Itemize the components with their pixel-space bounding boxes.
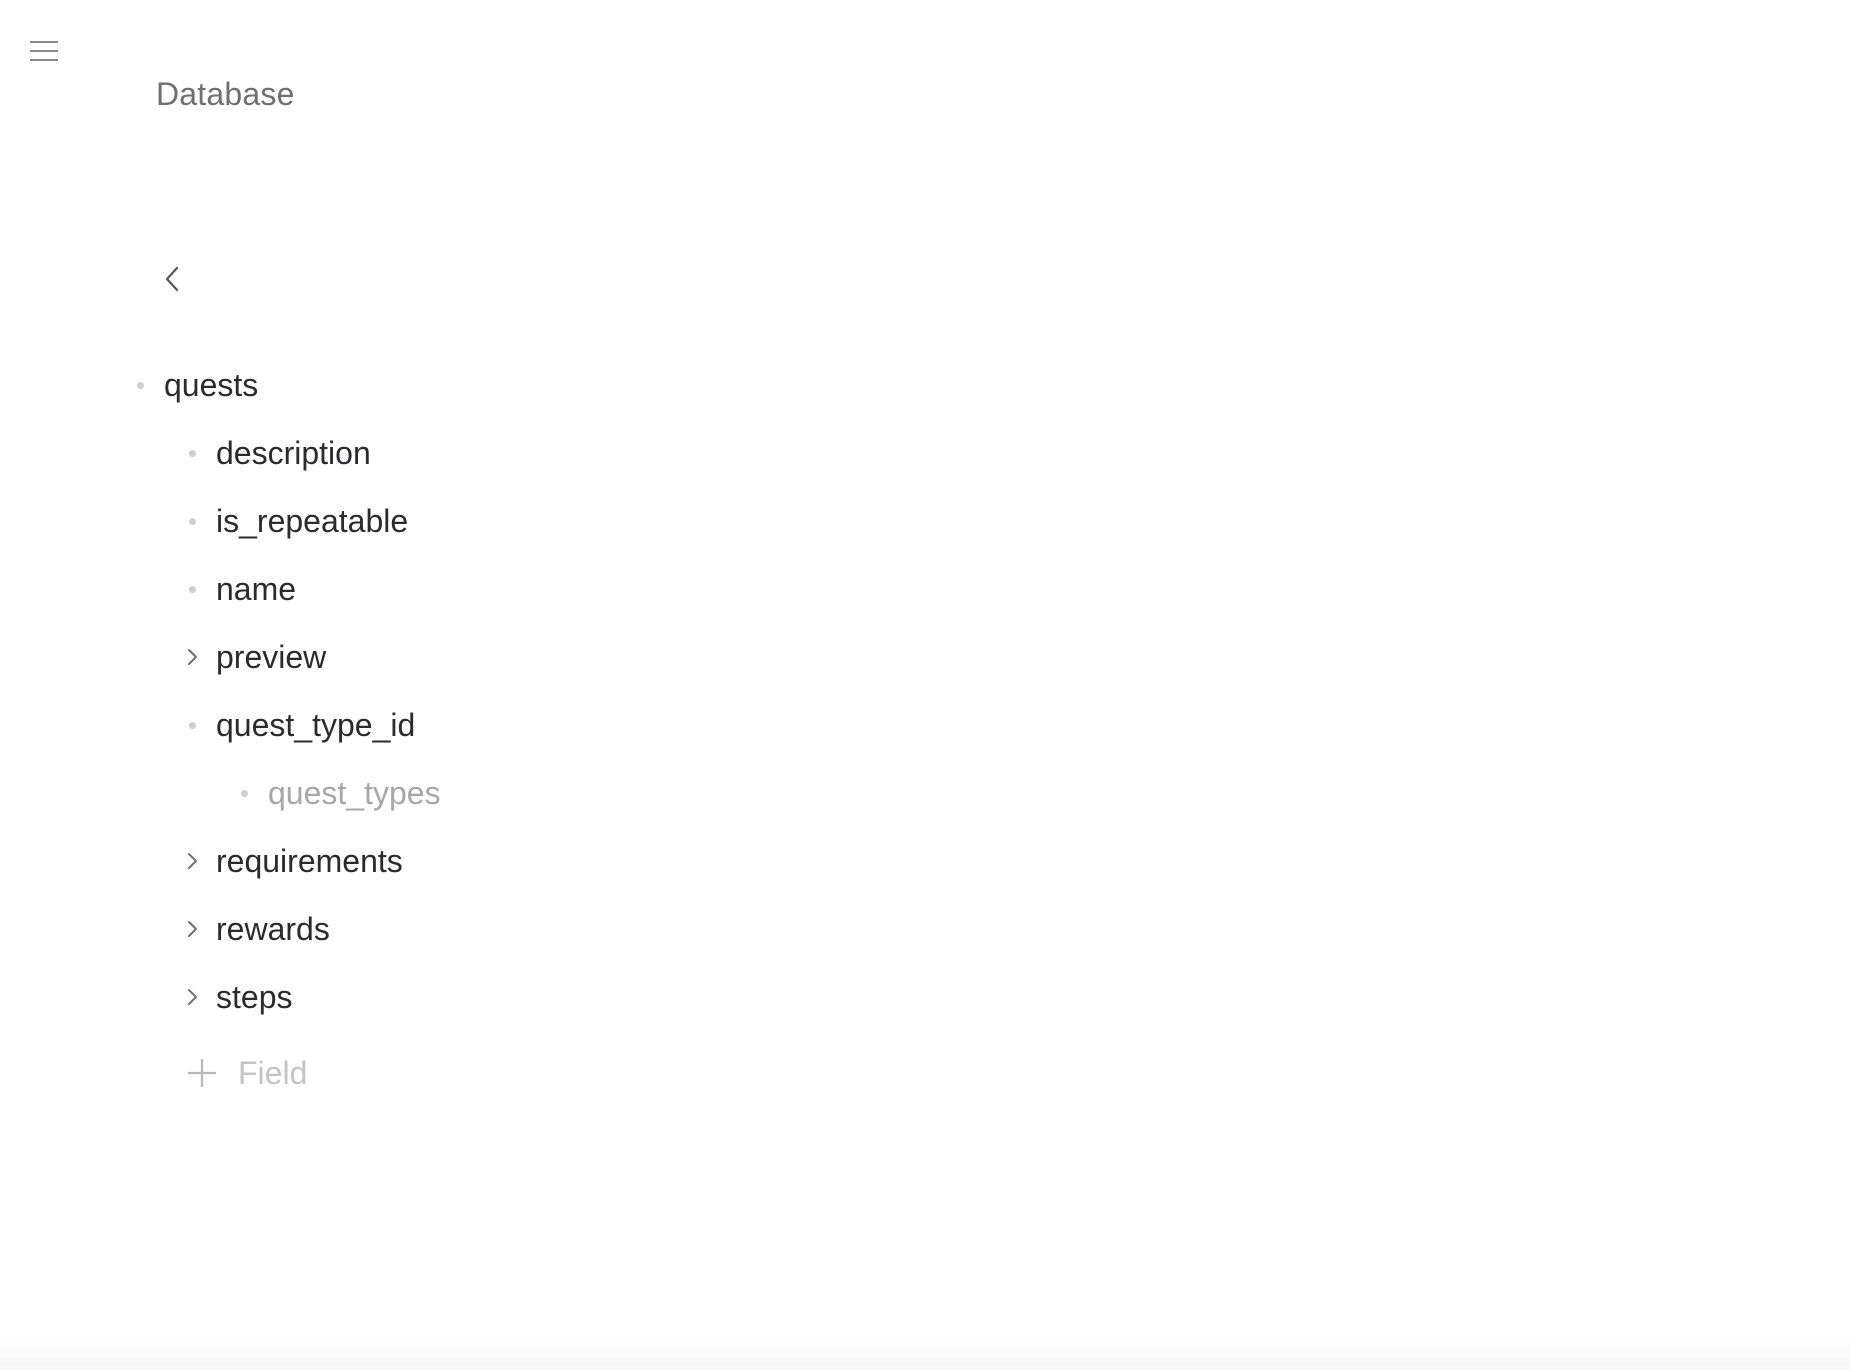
tree-item-preview[interactable]: preview xyxy=(180,632,326,682)
add-field-label: Field xyxy=(238,1054,308,1091)
plus-icon xyxy=(184,1055,220,1091)
chevron-right-icon[interactable] xyxy=(180,632,204,682)
tree-item-label: is_repeatable xyxy=(216,502,409,539)
bottom-shadow xyxy=(0,1330,1850,1370)
tree-item-label: description xyxy=(216,434,371,471)
tree-item-name[interactable]: name xyxy=(180,564,296,614)
bullet-icon xyxy=(180,428,204,478)
back-button[interactable] xyxy=(160,262,186,296)
tree-item-label: quest_types xyxy=(268,774,441,811)
tree-item-description[interactable]: description xyxy=(180,428,371,478)
chevron-right-icon[interactable] xyxy=(180,972,204,1022)
page-title: Database xyxy=(156,76,295,112)
tree-item-is-repeatable[interactable]: is_repeatable xyxy=(180,496,408,546)
tree-item-steps[interactable]: steps xyxy=(180,972,292,1022)
hamburger-icon xyxy=(26,36,62,68)
tree-item-quest-types[interactable]: quest_types xyxy=(232,768,441,818)
bullet-icon xyxy=(128,360,152,410)
tree-item-label: preview xyxy=(216,638,327,675)
tree-item-label: rewards xyxy=(216,910,330,947)
tree-item-quests[interactable]: quests xyxy=(128,360,258,410)
bullet-icon xyxy=(180,564,204,614)
chevron-right-icon[interactable] xyxy=(180,904,204,954)
app-window: Database quests description is_repeatabl… xyxy=(0,0,1850,1370)
tree-item-quest-type-id[interactable]: quest_type_id xyxy=(180,700,415,750)
tree-item-label: steps xyxy=(216,978,293,1015)
tree-item-label: quest_type_id xyxy=(216,706,416,743)
chevron-left-icon xyxy=(160,262,186,296)
bullet-icon xyxy=(180,700,204,750)
tree-item-label: quests xyxy=(164,366,259,403)
chevron-right-icon[interactable] xyxy=(180,836,204,886)
menu-button[interactable] xyxy=(26,36,62,68)
tree-item-label: name xyxy=(216,570,297,607)
bullet-icon xyxy=(180,496,204,546)
tree-item-requirements[interactable]: requirements xyxy=(180,836,403,886)
tree-item-rewards[interactable]: rewards xyxy=(180,904,330,954)
add-field-button[interactable]: Field xyxy=(184,1048,307,1098)
bullet-icon xyxy=(232,768,256,818)
tree-item-label: requirements xyxy=(216,842,403,879)
